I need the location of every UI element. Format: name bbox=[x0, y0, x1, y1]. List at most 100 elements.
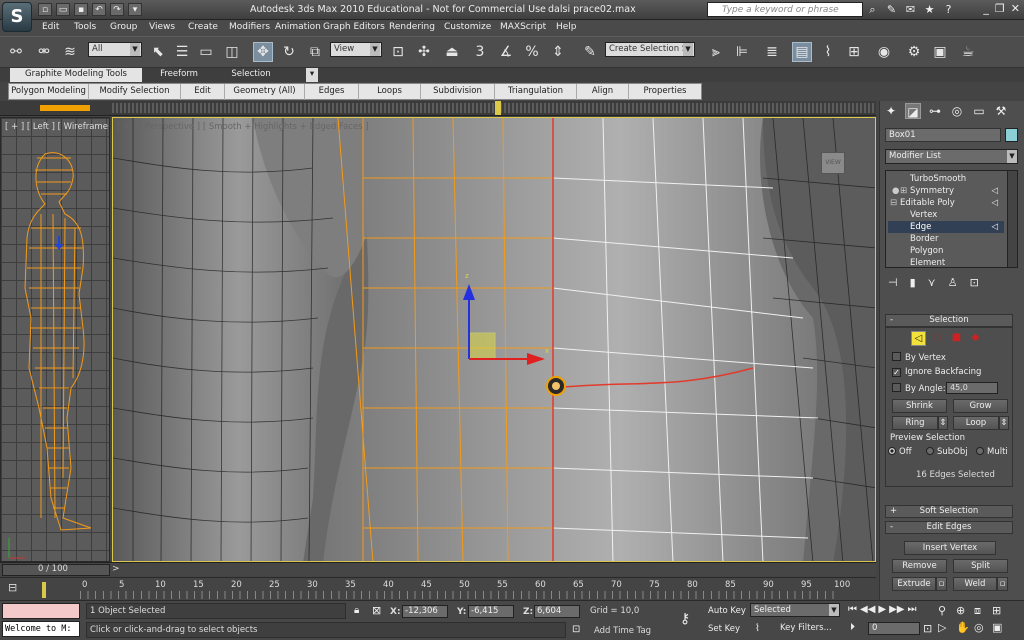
favorites-star-icon[interactable]: ★ bbox=[923, 3, 936, 16]
field-of-view-icon[interactable]: ▷ bbox=[938, 621, 956, 634]
schematic-view-icon[interactable]: ⊞ bbox=[844, 42, 864, 62]
communication-center-icon[interactable]: ✉ bbox=[904, 3, 917, 16]
object-color-swatch[interactable] bbox=[1005, 128, 1018, 142]
zoom-all-icon[interactable]: ⊕ bbox=[956, 604, 974, 618]
spinner-snap-icon[interactable]: ⇕ bbox=[548, 42, 568, 62]
maximize-viewport-icon[interactable]: ▣ bbox=[992, 621, 1010, 634]
render-setup-icon[interactable]: ⚙ bbox=[904, 42, 924, 62]
key-mode-dropdown[interactable]: Selected bbox=[750, 603, 840, 617]
extrude-settings-icon[interactable]: ▫ bbox=[936, 577, 947, 591]
display-tab-icon[interactable]: ▭ bbox=[971, 103, 987, 119]
ribbon-edges[interactable]: Edges bbox=[305, 84, 359, 100]
viewcube-icon[interactable]: VIEW bbox=[821, 152, 845, 174]
modify-tab-icon[interactable]: ◪ bbox=[905, 103, 921, 119]
select-object-icon[interactable]: ⬉ bbox=[148, 42, 168, 62]
layer-manager-icon[interactable]: ≣ bbox=[762, 42, 782, 62]
maxscript-listener-input[interactable] bbox=[2, 603, 80, 619]
ribbon-triangulation[interactable]: Triangulation bbox=[495, 84, 577, 100]
stack-item-turbosmooth[interactable]: TurboSmooth bbox=[888, 173, 1004, 185]
maxscript-listener-output[interactable]: Welcome to M: bbox=[2, 621, 80, 637]
binoculars-icon[interactable]: ⌕ bbox=[866, 3, 879, 16]
previous-frame-icon[interactable]: ◀◀ bbox=[860, 604, 875, 615]
mirror-icon[interactable]: ⫸ bbox=[706, 42, 726, 62]
stack-item-edge[interactable]: Edge ◁ bbox=[888, 221, 1004, 233]
bind-space-warp-icon[interactable]: ≋ bbox=[60, 42, 80, 62]
orbit-icon[interactable]: ◎ bbox=[974, 621, 992, 634]
time-configuration-icon[interactable]: ⊡ bbox=[923, 622, 932, 635]
extrude-button[interactable]: Extrude bbox=[892, 577, 936, 591]
select-link-icon[interactable]: ⚯ bbox=[6, 42, 26, 62]
menu-group[interactable]: Group bbox=[110, 22, 137, 32]
undo-icon[interactable]: ↶ bbox=[92, 3, 106, 16]
ring-button[interactable]: Ring bbox=[892, 416, 938, 430]
next-frame-button-icon[interactable]: ▶▶ bbox=[889, 604, 904, 615]
ribbon-subdivision[interactable]: Subdivision bbox=[421, 84, 495, 100]
search-input[interactable]: Type a keyword or phrase bbox=[707, 2, 863, 17]
zoom-extents-icon[interactable]: ⧈ bbox=[974, 604, 992, 618]
preview-multi-radio[interactable]: Multi bbox=[976, 447, 1008, 457]
subscription-icon[interactable]: ✎ bbox=[885, 3, 898, 16]
edge-mode-icon[interactable]: ◁ bbox=[911, 331, 926, 346]
by-angle-checkbox[interactable]: By Angle: bbox=[892, 383, 946, 394]
selection-filter-dropdown[interactable]: All bbox=[88, 42, 142, 57]
viewport-time-marker[interactable] bbox=[495, 101, 501, 115]
stack-scrollbar[interactable] bbox=[1007, 171, 1017, 267]
angle-snap-icon[interactable]: ∡ bbox=[496, 42, 516, 62]
menu-customize[interactable]: Customize bbox=[444, 22, 491, 32]
remove-button[interactable]: Remove bbox=[892, 559, 947, 573]
selection-lock-icon[interactable]: 🔒︎ bbox=[354, 605, 359, 616]
next-frame-icon[interactable]: > bbox=[112, 564, 120, 574]
grow-button[interactable]: Grow bbox=[953, 399, 1008, 413]
add-time-tag-button[interactable]: Add Time Tag bbox=[594, 626, 651, 636]
redo-icon[interactable]: ↷ bbox=[110, 3, 124, 16]
render-production-icon[interactable]: ☕ bbox=[958, 42, 978, 62]
set-key-icon[interactable]: ⚷ bbox=[680, 611, 690, 627]
curve-icon[interactable]: ⌇ bbox=[755, 623, 760, 634]
key-filters-button[interactable]: Key Filters... bbox=[780, 621, 840, 636]
ribbon-modify-selection[interactable]: Modify Selection bbox=[89, 84, 181, 100]
border-mode-icon[interactable]: ◌ bbox=[930, 331, 945, 346]
selection-rollout-header[interactable]: - Selection bbox=[885, 314, 1013, 327]
track-bar-thumb[interactable] bbox=[42, 582, 46, 598]
align-icon[interactable]: ⊫ bbox=[732, 42, 752, 62]
ribbon-properties[interactable]: Properties bbox=[629, 84, 701, 100]
project-folder-icon[interactable]: ▾ bbox=[128, 3, 142, 16]
window-crossing-icon[interactable]: ◫ bbox=[222, 42, 242, 62]
x-coordinate-field[interactable]: -12,306 bbox=[402, 605, 448, 618]
manipulate-icon[interactable]: ✣ bbox=[414, 42, 434, 62]
menu-animation[interactable]: Animation bbox=[275, 22, 321, 32]
menu-views[interactable]: Views bbox=[149, 22, 175, 32]
remove-modifier-icon[interactable]: ♙ bbox=[948, 276, 958, 289]
ribbon-loops[interactable]: Loops bbox=[359, 84, 421, 100]
stack-item-polygon[interactable]: Polygon bbox=[888, 245, 1004, 257]
by-vertex-checkbox[interactable]: By Vertex bbox=[892, 352, 946, 363]
vertex-mode-icon[interactable]: ∴ bbox=[892, 331, 907, 346]
object-name-field[interactable]: Box01 bbox=[885, 128, 1001, 142]
ring-spinner[interactable]: ⇕ bbox=[938, 416, 948, 430]
auto-key-button[interactable]: Auto Key bbox=[708, 605, 746, 620]
track-bar[interactable]: ⊟ 0 5 10 15 20 25 30 35 40 45 50 55 60 6… bbox=[0, 577, 876, 600]
close-button[interactable]: ✕ bbox=[1011, 2, 1020, 15]
soft-selection-rollout-header[interactable]: + Soft Selection bbox=[885, 505, 1013, 518]
split-button[interactable]: Split bbox=[953, 559, 1008, 573]
menu-maxscript[interactable]: MAXScript bbox=[500, 22, 546, 32]
curve-editor-icon[interactable]: ⌇ bbox=[818, 42, 838, 62]
new-file-icon[interactable]: ▫ bbox=[38, 3, 52, 16]
restore-button[interactable]: ❐ bbox=[995, 2, 1005, 15]
weld-button[interactable]: Weld bbox=[953, 577, 997, 591]
stack-item-editable-poly[interactable]: ⊟ Editable Poly ◁ bbox=[888, 197, 1004, 209]
left-viewport[interactable]: [ + ] [ Left ] [ Wireframe ] bbox=[0, 117, 110, 562]
select-and-rotate-icon[interactable]: ↻ bbox=[279, 42, 299, 62]
expand-icon[interactable]: ⊞ bbox=[900, 185, 907, 197]
mini-curve-editor-icon[interactable]: ⊟ bbox=[8, 581, 17, 594]
menu-help[interactable]: Help bbox=[556, 22, 577, 32]
by-angle-spinner[interactable]: 45,0 bbox=[946, 382, 998, 394]
show-end-result-icon-2[interactable]: ◁ bbox=[991, 197, 998, 209]
tab-selection[interactable]: Selection bbox=[218, 68, 284, 82]
current-frame-field[interactable]: 0 bbox=[868, 622, 920, 635]
bulb-icon[interactable]: ● bbox=[892, 185, 899, 197]
ribbon-edit[interactable]: Edit bbox=[181, 84, 225, 100]
go-to-start-icon[interactable]: ⏮ bbox=[848, 604, 857, 615]
preview-subobj-radio[interactable]: SubObj bbox=[926, 447, 968, 457]
pan-icon[interactable]: ✋ bbox=[956, 621, 974, 634]
